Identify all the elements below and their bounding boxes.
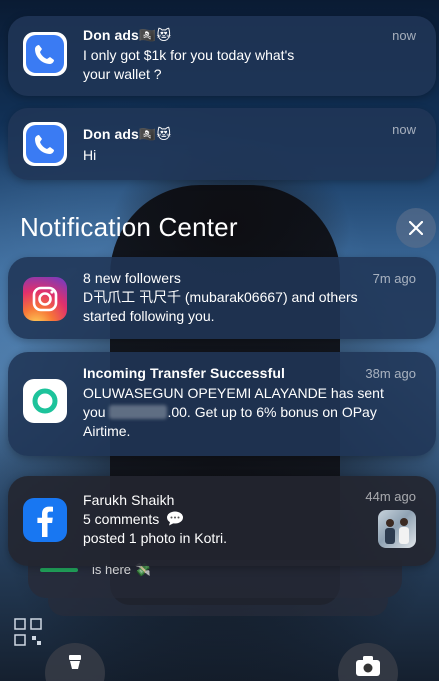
clear-notifications-button[interactable]	[396, 208, 436, 248]
close-icon	[409, 221, 423, 235]
instagram-app-icon	[23, 277, 67, 321]
notification-body-line: OLUWASEGUN OPEYEMI ALAYANDE has sent	[83, 385, 384, 401]
notification-title: Farukh Shaikh	[83, 492, 175, 508]
notification-body-line: your wallet ?	[83, 66, 162, 82]
notification-title: 8 new followers	[83, 270, 181, 286]
people-photo-icon	[385, 518, 409, 544]
notification-title: Don ads🏴‍☠️😻	[83, 27, 172, 43]
notification-body-line: Airtime.	[83, 423, 131, 439]
phone-app-icon	[23, 32, 67, 76]
notification-time: 38m ago	[365, 366, 416, 381]
notification-body-line: posted 1 photo in Kotri.	[83, 530, 227, 546]
redacted-amount	[109, 405, 168, 419]
notification-instagram[interactable]: 8 new followers 7m ago D卂爪工 卂尺千 (mubarak…	[8, 257, 436, 339]
flashlight-icon	[69, 655, 81, 669]
notification-title: Incoming Transfer Successful	[83, 365, 285, 381]
opay-icon	[32, 388, 58, 414]
notification-body-line: started following you.	[83, 308, 215, 324]
stacked-notification-accent	[40, 568, 78, 572]
notification-don-ads-2[interactable]: Don ads🏴‍☠️😻 now Hi	[8, 108, 436, 180]
notification-title: Don ads🏴‍☠️😻	[83, 126, 172, 142]
notification-time: 7m ago	[372, 271, 416, 286]
notification-body-line: 5 comments	[83, 510, 184, 529]
instagram-icon	[32, 286, 58, 312]
flashlight-button[interactable]	[45, 643, 105, 681]
body-suffix: .00. Get up to 6% bonus on OPay	[167, 404, 377, 420]
facebook-app-icon	[23, 498, 67, 542]
notification-body-line: Hi	[83, 147, 97, 163]
notification-time: now	[392, 28, 416, 43]
speech-bubble-icon	[167, 511, 184, 526]
phone-app-icon	[23, 122, 67, 166]
notification-body-line: you .00. Get up to 6% bonus on OPay	[83, 403, 377, 422]
opay-app-icon	[23, 379, 67, 423]
notification-time: now	[392, 122, 416, 137]
camera-icon	[356, 656, 380, 676]
notification-body-line: I only got $1k for you today what's	[83, 47, 295, 63]
notification-body-line: D卂爪工 卂尺千 (mubarak06667) and others	[83, 289, 358, 305]
notification-center-title: Notification Center	[20, 212, 238, 242]
stacked-notification-shadow	[48, 598, 388, 616]
facebook-icon	[37, 506, 53, 537]
qr-code-icon	[14, 618, 42, 646]
phone-icon	[26, 125, 64, 163]
notification-time: 44m ago	[365, 489, 416, 504]
phone-icon	[26, 35, 64, 73]
notification-facebook[interactable]: Farukh Shaikh 44m ago 5 comments posted …	[8, 476, 436, 566]
camera-button[interactable]	[338, 643, 398, 681]
notification-don-ads-1[interactable]: Don ads🏴‍☠️😻 now I only got $1k for you …	[8, 16, 436, 96]
post-photo-thumbnail	[378, 510, 416, 548]
body-prefix: you	[83, 404, 106, 420]
comment-count: 5 comments	[83, 511, 160, 527]
notification-opay[interactable]: Incoming Transfer Successful 38m ago OLU…	[8, 352, 436, 456]
